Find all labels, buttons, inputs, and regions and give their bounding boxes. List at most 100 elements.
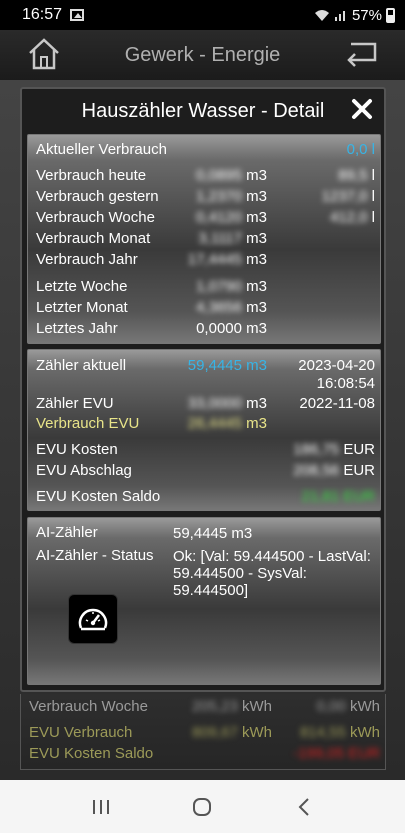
unit: m3 xyxy=(246,278,267,295)
status-indicators: 57% xyxy=(314,7,395,24)
value: 186,75 xyxy=(293,441,340,458)
time: 16:08:54 xyxy=(316,375,375,392)
close-icon[interactable] xyxy=(350,97,374,121)
home-circle-icon xyxy=(193,797,212,816)
row-zaehler-aktuell: Zähler aktuell 59,4445 m3 2023-04-20 xyxy=(28,356,380,376)
label: Zähler EVU xyxy=(36,395,114,412)
system-nav-bar xyxy=(0,780,405,833)
row-evu-verbrauch: EVU Verbrauch 809,67 kWh 814,55 kWh xyxy=(21,723,385,743)
signal-icon xyxy=(334,11,345,21)
row-letztes-jahr: Letztes Jahr 0,0000 m3 xyxy=(28,319,380,339)
unit: m3 xyxy=(246,299,267,316)
label: Verbrauch Woche xyxy=(29,698,148,715)
label: EVU Kosten Saldo xyxy=(29,745,154,762)
label: EVU Verbrauch xyxy=(29,724,133,741)
value: 205,23 xyxy=(191,698,238,715)
value: 0,0895 xyxy=(196,167,242,184)
value-liters: 412,0 xyxy=(329,209,368,226)
label: AI-Zähler xyxy=(36,524,98,541)
value: 0,0000 xyxy=(196,320,242,337)
unit2: kWh xyxy=(350,698,380,715)
value2: 0,00 xyxy=(316,698,346,715)
value2: -199,05 EUR xyxy=(293,745,380,762)
row-verbrauch-woche: Verbrauch Woche 0,4120 m3 412,0 l xyxy=(28,208,380,228)
date: 2023-04-20 xyxy=(298,357,375,374)
row-evu-abschlag: EVU Abschlag 208,56 EUR xyxy=(28,461,380,481)
value: 208,56 xyxy=(293,462,340,479)
unit: l xyxy=(371,167,375,184)
home-button[interactable] xyxy=(182,787,222,827)
row-verbrauch-evu: Verbrauch EVU 26,4445 m3 xyxy=(28,414,380,434)
value-liters: 89,5 xyxy=(338,167,368,184)
value: 59,4445 m3 xyxy=(173,525,253,542)
unit: m3 xyxy=(246,320,267,337)
label: EVU Abschlag xyxy=(36,462,132,479)
label: Aktueller Verbrauch xyxy=(36,141,167,158)
back-chevron-icon xyxy=(298,797,309,816)
value: 1,0790 xyxy=(196,278,242,295)
unit: EUR xyxy=(343,462,375,479)
ai-meter-panel: AI-Zähler 59,4445 m3 AI-Zähler - Status … xyxy=(27,517,381,685)
recent-apps-icon xyxy=(92,799,109,814)
unit: m3 xyxy=(246,251,267,268)
value: 1,2370 xyxy=(196,188,242,205)
unit: m3 xyxy=(246,188,267,205)
row-letzte-woche: Letzte Woche 1,0790 m3 xyxy=(28,277,380,297)
unit: kWh xyxy=(242,698,272,715)
label: Letzte Woche xyxy=(36,278,128,295)
unit: m3 xyxy=(246,230,267,247)
row-evu-kosten-saldo: EVU Kosten Saldo 21,81 EUR xyxy=(28,487,380,507)
label: Verbrauch Woche xyxy=(36,209,155,226)
row-verbrauch-gestern: Verbrauch gestern 1,2370 m3 1237,0 l xyxy=(28,187,380,207)
label: Verbrauch EVU xyxy=(36,415,140,432)
recent-apps-button[interactable] xyxy=(81,787,121,827)
unit: m3 xyxy=(246,209,267,226)
row-verbrauch-woche-kwh: Verbrauch Woche 205,23 kWh 0,00 kWh xyxy=(21,697,385,717)
row-zaehler-evu: Zähler EVU 33,0000 m3 2022-11-08 xyxy=(28,394,380,414)
consumption-panel: Aktueller Verbrauch 0,0 l Verbrauch heut… xyxy=(27,134,381,344)
gauge-button[interactable] xyxy=(68,594,118,644)
row-verbrauch-monat: Verbrauch Monat 3,1117 m3 xyxy=(28,229,380,249)
battery-percent: 57% xyxy=(351,6,382,24)
wifi-icon xyxy=(314,10,329,21)
value: 17,4445 xyxy=(187,251,242,268)
label: Verbrauch gestern xyxy=(36,188,159,205)
value: 809,67 xyxy=(191,724,238,741)
row-verbrauch-heute: Verbrauch heute 0,0895 m3 89,5 l xyxy=(28,166,380,186)
label: Letzter Monat xyxy=(36,299,128,316)
battery-icon xyxy=(386,7,395,23)
value-liters: 1237,0 xyxy=(321,188,368,205)
row-evu-kosten: EVU Kosten 186,75 EUR xyxy=(28,440,380,460)
label: Verbrauch Monat xyxy=(36,230,151,247)
value2: 814,55 xyxy=(299,724,346,741)
label: Verbrauch heute xyxy=(36,167,147,184)
value-current: 0,0 l xyxy=(346,141,375,158)
speedometer-icon xyxy=(78,608,108,631)
back-button[interactable] xyxy=(284,787,324,827)
image-notification-icon xyxy=(70,9,85,21)
value: 21,81 EUR xyxy=(301,488,375,505)
label: Zähler aktuell xyxy=(36,357,127,374)
row-zaehler-aktuell-time: 16:08:54 xyxy=(28,374,380,394)
row-ai-zaehler: AI-Zähler 59,4445 m3 xyxy=(28,523,380,543)
row-aktueller-verbrauch: Aktueller Verbrauch 0,0 l xyxy=(28,140,380,160)
row-letzter-monat: Letzter Monat 4,3656 m3 xyxy=(28,298,380,318)
detail-dialog: Hauszähler Wasser - Detail Aktueller Ver… xyxy=(20,87,386,692)
dialog-title: Hauszähler Wasser - Detail xyxy=(81,99,325,122)
meter-panel: Zähler aktuell 59,4445 m3 2023-04-20 16:… xyxy=(27,349,381,511)
label: Letztes Jahr xyxy=(36,320,118,337)
date: 2022-11-08 xyxy=(299,395,375,412)
label: EVU Kosten Saldo xyxy=(36,488,161,505)
row-verbrauch-jahr: Verbrauch Jahr 17,4445 m3 xyxy=(28,250,380,270)
status-bar: 16:57 57% xyxy=(0,0,405,30)
unit: m3 xyxy=(246,415,267,432)
dialog-header: Hauszähler Wasser - Detail xyxy=(22,89,384,133)
label: EVU Kosten xyxy=(36,441,118,458)
unit: l xyxy=(371,188,375,205)
row-evu-kosten-saldo-bg: EVU Kosten Saldo -199,05 EUR xyxy=(21,744,385,764)
value: 33,0000 xyxy=(187,395,242,412)
value: 0,4120 xyxy=(196,209,242,226)
return-icon[interactable] xyxy=(343,38,379,70)
value: 26,4445 xyxy=(187,415,242,432)
home-icon[interactable] xyxy=(26,36,62,72)
